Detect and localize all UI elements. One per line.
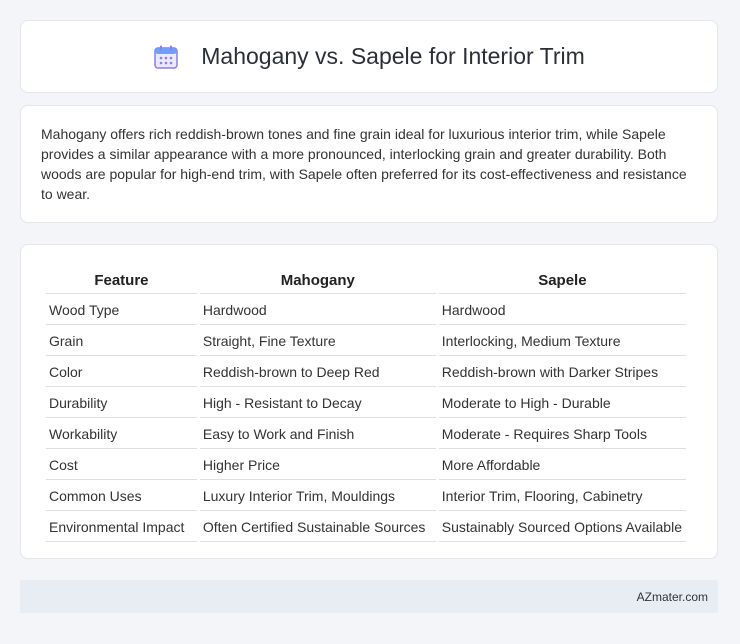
- cell-mahogany: Luxury Interior Trim, Mouldings: [199, 482, 436, 511]
- cell-feature: Environmental Impact: [46, 513, 197, 542]
- cell-sapele: Moderate to High - Durable: [438, 389, 686, 418]
- cell-feature: Common Uses: [46, 482, 197, 511]
- cell-sapele: Reddish-brown with Darker Stripes: [438, 358, 686, 387]
- table-row: Durability High - Resistant to Decay Moder…: [46, 389, 686, 418]
- comparison-table-card: Feature Mahogany Sapele Wood Type Hardwoo…: [20, 244, 718, 559]
- cell-sapele: Interlocking, Medium Texture: [438, 327, 686, 356]
- cell-feature: Wood Type: [46, 296, 197, 325]
- table-row: Color Reddish-brown to Deep Red Reddish-br…: [46, 358, 686, 387]
- cell-sapele: Sustainably Sourced Options Available: [438, 513, 686, 542]
- cell-feature: Durability: [46, 389, 197, 418]
- cell-mahogany: Higher Price: [199, 451, 436, 480]
- cell-mahogany: Reddish-brown to Deep Red: [199, 358, 436, 387]
- table-row: Environmental Impact Often Certified Sust…: [46, 513, 686, 542]
- footer-site-label: AZmater.com: [636, 589, 708, 604]
- cell-feature: Color: [46, 358, 197, 387]
- description-card: Mahogany offers rich reddish-brown tones…: [20, 105, 718, 223]
- cell-mahogany: Straight, Fine Texture: [199, 327, 436, 356]
- cell-sapele: Moderate - Requires Sharp Tools: [438, 420, 686, 449]
- calendar-icon: [153, 44, 179, 70]
- table-row: Common Uses Luxury Interior Trim, Mouldin…: [46, 482, 686, 511]
- cell-sapele: Interior Trim, Flooring, Cabinetry: [438, 482, 686, 511]
- cell-mahogany: Easy to Work and Finish: [199, 420, 436, 449]
- cell-mahogany: High - Resistant to Decay: [199, 389, 436, 418]
- page-title: Mahogany vs. Sapele for Interior Trim: [201, 43, 585, 69]
- header-feature: Feature: [46, 267, 197, 294]
- header-mahogany: Mahogany: [199, 267, 436, 294]
- cell-mahogany: Often Certified Sustainable Sources: [199, 513, 436, 542]
- table-row: Wood Type Hardwood Hardwood: [46, 296, 686, 325]
- header-sapele: Sapele: [438, 267, 686, 294]
- table-row: Cost Higher Price More Affordable: [46, 451, 686, 480]
- description-text: Mahogany offers rich reddish-brown tones…: [41, 126, 687, 202]
- cell-mahogany: Hardwood: [199, 296, 436, 325]
- cell-feature: Workability: [46, 420, 197, 449]
- cell-feature: Grain: [46, 327, 197, 356]
- cell-feature: Cost: [46, 451, 197, 480]
- cell-sapele: More Affordable: [438, 451, 686, 480]
- comparison-table: Feature Mahogany Sapele Wood Type Hardwoo…: [43, 265, 689, 544]
- title-card: Mahogany vs. Sapele for Interior Trim: [20, 20, 718, 93]
- table-header-row: Feature Mahogany Sapele: [46, 267, 686, 294]
- table-row: Grain Straight, Fine Texture Interlocking,…: [46, 327, 686, 356]
- footer: AZmater.com: [20, 580, 718, 613]
- table-row: Workability Easy to Work and Finish Modera…: [46, 420, 686, 449]
- cell-sapele: Hardwood: [438, 296, 686, 325]
